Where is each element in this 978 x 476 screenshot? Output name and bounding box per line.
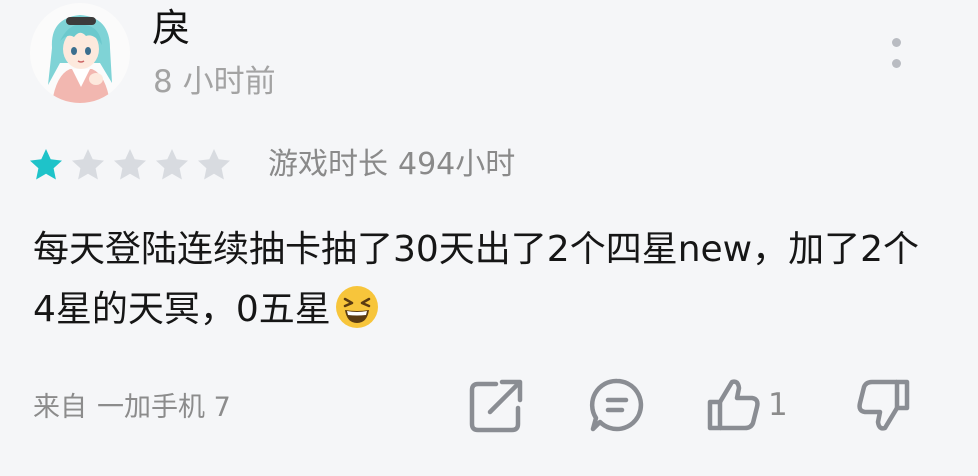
comment-icon <box>589 378 644 432</box>
dot-icon <box>892 38 901 47</box>
grinning-squint-emoji-icon <box>335 285 379 329</box>
rating-row: 游戏时长 494小时 <box>28 143 515 187</box>
star-empty-icon <box>198 149 230 180</box>
avatar[interactable] <box>30 3 130 103</box>
star-empty-icon <box>72 149 104 180</box>
playtime-label: 游戏时长 <box>268 147 388 182</box>
like-count: 1 <box>768 387 788 423</box>
star-empty-icon <box>114 149 146 180</box>
star-empty-icon <box>156 149 188 180</box>
thumbs-down-icon <box>857 379 910 431</box>
more-options-button[interactable] <box>880 30 912 80</box>
comment-button[interactable] <box>588 376 646 434</box>
dislike-button[interactable] <box>855 376 911 434</box>
device-info: 来自 一加手机 7 <box>33 390 231 426</box>
device-name: 一加手机 7 <box>97 392 231 423</box>
star-rating <box>28 147 238 183</box>
star-filled-icon <box>30 149 62 180</box>
username[interactable]: 戾 <box>152 4 190 52</box>
share-icon <box>469 379 523 433</box>
device-prefix: 来自 <box>33 392 87 423</box>
thumbs-up-icon <box>707 379 760 431</box>
playtime: 游戏时长 494小时 <box>268 143 515 187</box>
review-body: 每天登陆连续抽卡抽了30天出了2个四星new，加了2个4星的天冥，0五星 <box>33 220 933 340</box>
anime-girl-avatar-icon <box>30 3 130 103</box>
share-button[interactable] <box>468 376 524 434</box>
dot-icon <box>892 59 901 68</box>
review-text: 每天登陆连续抽卡抽了30天出了2个四星new，加了2个4星的天冥，0五星 <box>33 229 920 330</box>
like-button[interactable]: 1 <box>706 376 788 434</box>
post-time: 8 小时前 <box>153 64 276 100</box>
review-card: 戾 8 小时前 游戏时长 494小时 每天登陆连续抽卡抽了30天出了2个四星new… <box>0 0 978 476</box>
playtime-value: 494小时 <box>398 147 516 182</box>
